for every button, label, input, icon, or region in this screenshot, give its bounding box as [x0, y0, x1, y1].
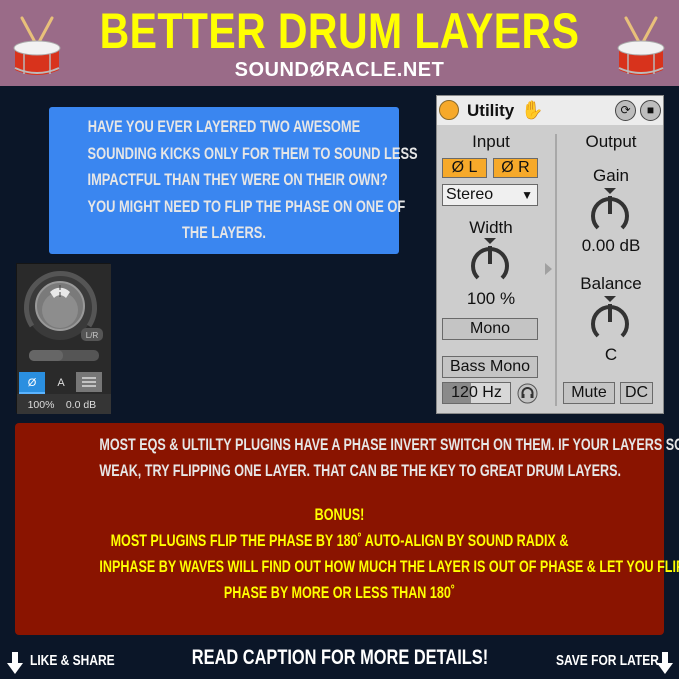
dropdown-arrow-icon: ▼	[521, 188, 533, 202]
input-label: Input	[472, 132, 510, 151]
save-later-label[interactable]: SAVE FOR LATER	[556, 652, 659, 669]
phase-right-button[interactable]: Ø R	[493, 158, 538, 178]
channel-strip: L/R Ø A 100% 0.0 dB	[16, 263, 111, 414]
question-line: SOUNDING KICKS ONLY FOR THEM TO SOUND LE…	[87, 144, 418, 163]
mono-button[interactable]: Mono	[442, 318, 538, 340]
bass-mono-freq[interactable]: 120 Hz	[442, 382, 511, 404]
question-line: THE LAYERS.	[182, 224, 266, 242]
page-title: BETTER DRUM LAYERS	[99, 3, 580, 59]
strip-width-value: 100%	[28, 399, 55, 411]
header-banner: BETTER DRUM LAYERS SOUNDØRACLE.NET	[0, 0, 679, 88]
info-box: MOST EQS & ULTILTY PLUGINS HAVE A PHASE …	[15, 423, 679, 635]
plugin-header: Utility ✋ ⟳ ■	[437, 96, 663, 125]
drum-icon	[617, 16, 665, 75]
bonus-line: PHASE BY MORE OR LESS THAN 180˚	[223, 583, 456, 602]
gain-value: 0.00 dB	[581, 236, 641, 255]
info-line: MOST EQS & ULTILTY PLUGINS HAVE A PHASE …	[99, 435, 679, 454]
swap-icon[interactable]: ⟳	[615, 100, 636, 121]
down-arrow-icon	[7, 652, 23, 674]
width-knob[interactable]	[467, 238, 513, 288]
bass-mono-button[interactable]: Bass Mono	[442, 356, 538, 378]
dc-button[interactable]: DC	[620, 382, 653, 404]
down-arrow-icon	[657, 652, 673, 674]
gain-label: Gain	[593, 166, 629, 185]
site-url: SOUNDØRACLE.NET	[234, 59, 445, 81]
balance-value: C	[604, 345, 618, 364]
pan-badge: L/R	[86, 331, 99, 340]
channel-mode-value: Stereo	[446, 186, 494, 203]
utility-plugin: Utility ✋ ⟳ ■ Input Ø L Ø R Stereo ▼ Wid…	[436, 95, 664, 414]
balance-knob[interactable]	[587, 296, 633, 346]
channel-mode-select[interactable]: Stereo ▼	[442, 184, 538, 206]
bonus-line: MOST PLUGINS FLIP THE PHASE BY 180˚ AUTO…	[110, 531, 569, 550]
bonus-title: BONUS!	[314, 505, 365, 524]
save-icon[interactable]: ■	[640, 100, 661, 121]
phase-symbol: Ø	[28, 377, 37, 389]
phase-left-button[interactable]: Ø L	[442, 158, 487, 178]
like-share-label[interactable]: LIKE & SHARE	[30, 652, 115, 669]
gain-knob[interactable]	[587, 188, 633, 238]
question-line: HAVE YOU EVER LAYERED TWO AWESOME	[87, 118, 361, 136]
read-caption-label: READ CAPTION FOR MORE DETAILS!	[191, 646, 489, 669]
auto-button[interactable]: A	[57, 377, 65, 389]
plugin-title: Utility	[467, 101, 515, 120]
balance-label: Balance	[580, 274, 642, 293]
headphones-icon[interactable]	[517, 383, 538, 404]
arrow-right-icon	[545, 263, 552, 275]
width-label: Width	[469, 218, 513, 237]
question-box: HAVE YOU EVER LAYERED TWO AWESOME SOUNDI…	[49, 107, 418, 254]
section-divider	[555, 134, 557, 406]
question-line: YOU MIGHT NEED TO FLIP THE PHASE ON ONE …	[87, 197, 406, 216]
output-label: Output	[585, 132, 637, 151]
bonus-line: INPHASE BY WAVES WILL FIND OUT HOW MUCH …	[99, 557, 679, 576]
hand-icon[interactable]: ✋	[521, 100, 543, 121]
pan-knob[interactable]: L/R Ø A 100% 0.0 dB	[17, 264, 111, 414]
question-line: IMPACTFUL THAN THEY WERE ON THEIR OWN?	[87, 171, 388, 189]
power-dot-icon[interactable]	[439, 100, 459, 120]
mute-button[interactable]: Mute	[563, 382, 615, 404]
width-value: 100 %	[466, 289, 516, 308]
info-line: WEAK, TRY FLIPPING ONE LAYER. THAT CAN B…	[99, 461, 622, 480]
strip-gain-value: 0.0 dB	[66, 399, 96, 411]
